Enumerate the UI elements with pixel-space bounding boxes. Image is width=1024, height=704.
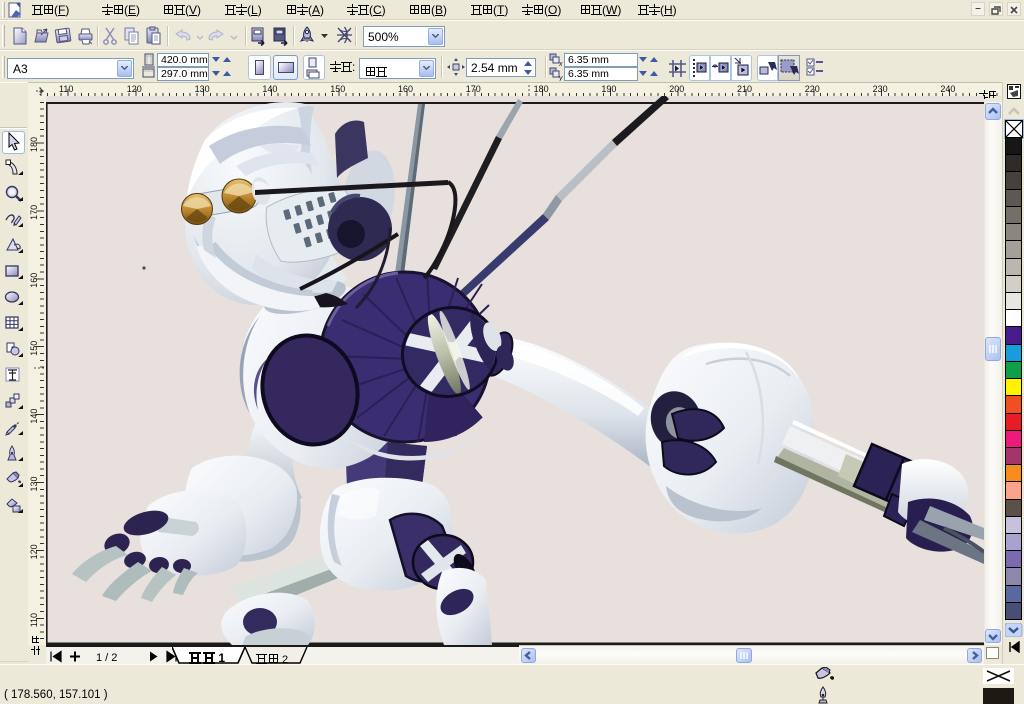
- svg-text:110: 110: [29, 613, 39, 627]
- svg-text:150: 150: [330, 84, 345, 94]
- svg-text:190: 190: [601, 84, 616, 94]
- svg-text:180: 180: [534, 84, 549, 94]
- svg-text:140: 140: [29, 409, 39, 424]
- svg-text:200: 200: [669, 84, 684, 94]
- svg-text:160: 160: [29, 273, 39, 288]
- svg-text:160: 160: [398, 84, 413, 94]
- svg-text:y: y: [558, 75, 563, 81]
- svg-text:140: 140: [262, 84, 277, 94]
- svg-text:220: 220: [805, 84, 820, 94]
- svg-text:180: 180: [29, 137, 39, 152]
- svg-text:170: 170: [466, 84, 481, 94]
- svg-text:1 / 2: 1 / 2: [96, 652, 117, 663]
- svg-text:130: 130: [195, 84, 210, 94]
- svg-text:120: 120: [127, 84, 142, 94]
- svg-text:240: 240: [940, 84, 955, 94]
- svg-text:170: 170: [29, 205, 39, 220]
- svg-text:230: 230: [873, 84, 888, 94]
- svg-text:120: 120: [29, 544, 39, 559]
- svg-text:110: 110: [59, 84, 73, 94]
- svg-text:150: 150: [29, 341, 39, 356]
- svg-text:x: x: [558, 61, 563, 68]
- svg-text:210: 210: [737, 84, 752, 94]
- svg-text:130: 130: [29, 476, 39, 491]
